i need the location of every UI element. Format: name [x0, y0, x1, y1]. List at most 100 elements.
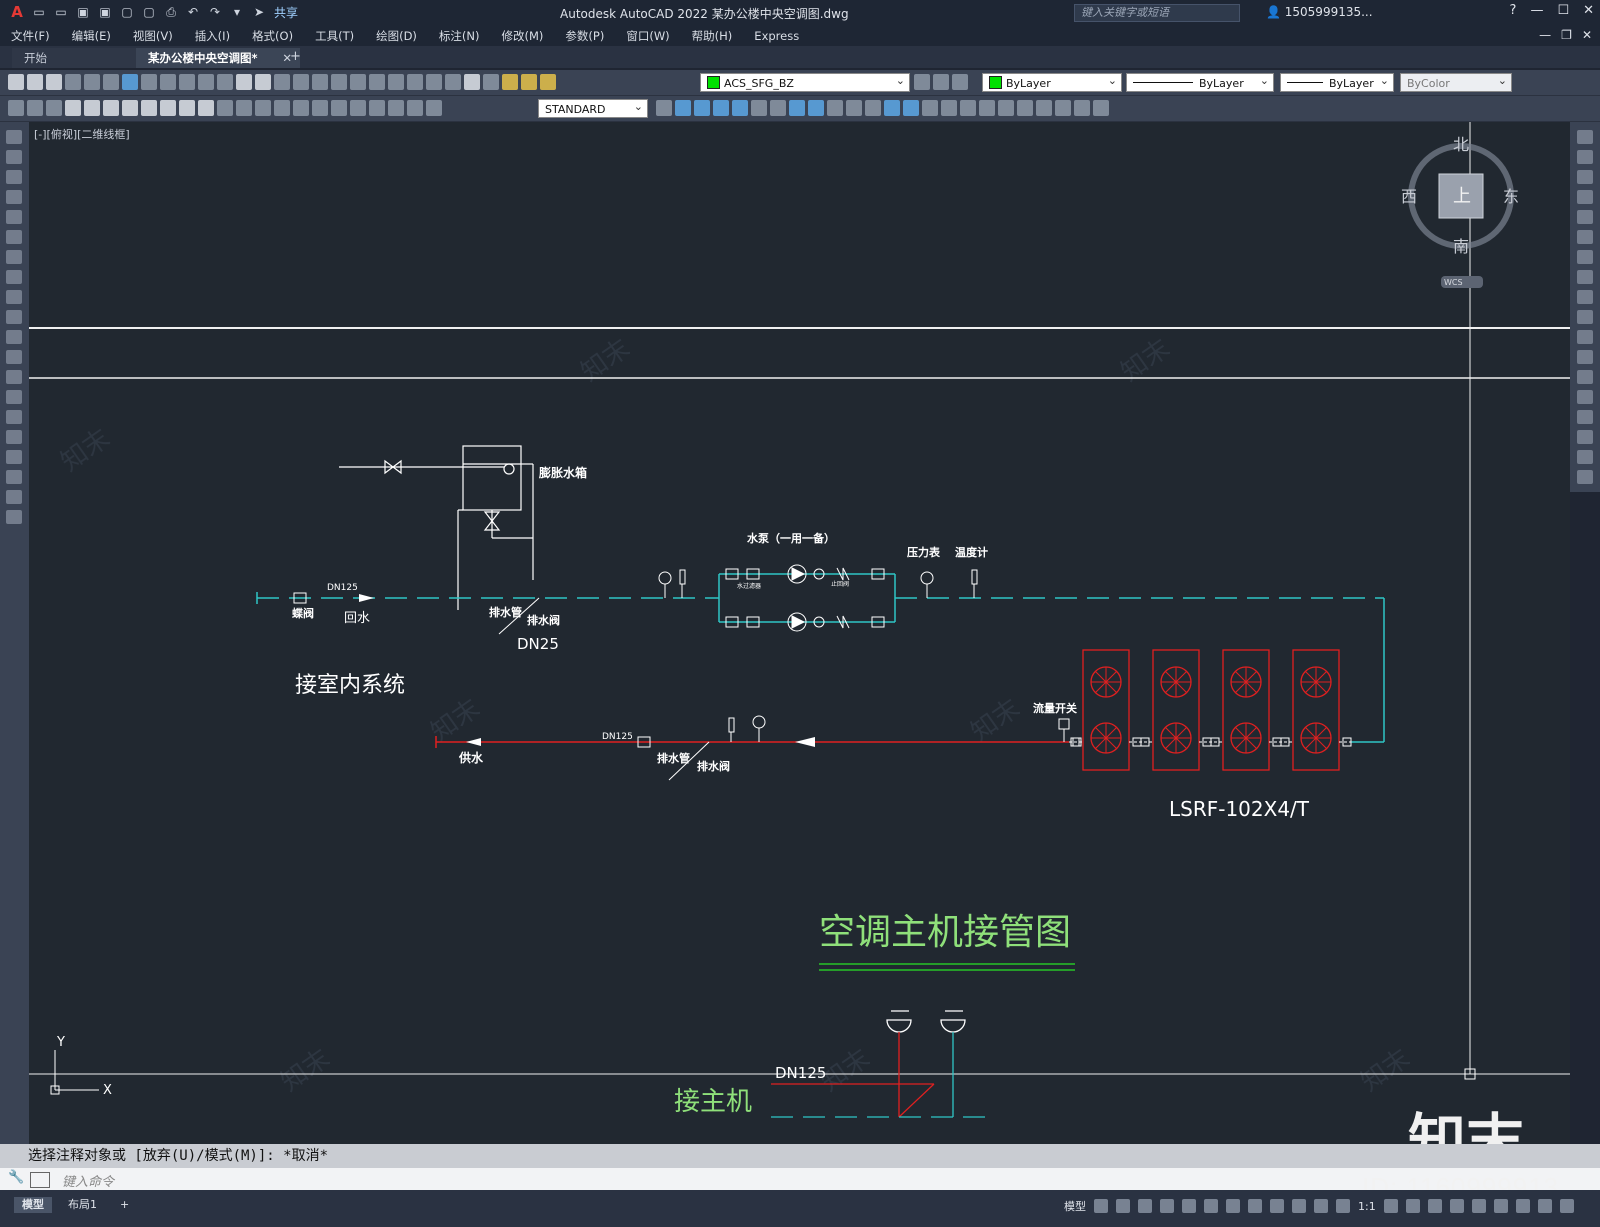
auto-scale-icon[interactable] [1336, 1199, 1350, 1213]
polyline-icon[interactable] [6, 170, 22, 184]
transparency-icon[interactable] [1270, 1199, 1284, 1213]
space-icon[interactable] [274, 100, 290, 116]
plot-icon[interactable]: ⎙ [162, 3, 180, 21]
sheet-set-icon[interactable] [407, 74, 423, 90]
minimize-button[interactable]: — [1530, 3, 1543, 18]
menu-tools[interactable]: 工具(T) [304, 28, 365, 44]
plot-icon[interactable] [65, 74, 81, 90]
3d-mirror-icon[interactable] [1017, 100, 1033, 116]
viewcube-south[interactable]: 南 [1453, 237, 1469, 256]
inspect-icon[interactable] [350, 100, 366, 116]
viewcube[interactable] [1408, 143, 1514, 288]
menu-view[interactable]: 视图(V) [122, 28, 184, 44]
customize-qat-icon[interactable]: ▾ [228, 3, 246, 21]
trim-icon[interactable] [1577, 310, 1593, 324]
circle-icon[interactable] [6, 250, 22, 264]
line-icon[interactable] [6, 130, 22, 144]
app-menu-icon[interactable]: A [8, 3, 26, 21]
copy-object-icon[interactable] [1577, 150, 1593, 164]
insert-block-icon[interactable] [6, 350, 22, 364]
linear-dim-icon[interactable] [65, 100, 81, 116]
search-input[interactable]: 键入关键字或短语 [1074, 4, 1240, 22]
help-icon[interactable]: ? [1510, 3, 1517, 18]
menu-insert[interactable]: 插入(I) [184, 28, 241, 44]
array-icon[interactable] [1577, 210, 1593, 224]
offset-icon[interactable] [1577, 190, 1593, 204]
arc-icon[interactable] [6, 230, 22, 244]
3d-align-icon[interactable] [979, 100, 995, 116]
cut-icon[interactable] [141, 74, 157, 90]
command-prompt-icon[interactable] [30, 1172, 50, 1188]
maximize-button[interactable]: ☐ [1557, 3, 1569, 18]
zoom-previous-icon[interactable] [331, 74, 347, 90]
wedge-icon[interactable] [751, 100, 767, 116]
break-icon[interactable] [293, 100, 309, 116]
layer-manager-icon[interactable] [483, 74, 499, 90]
drawing-canvas[interactable]: 知末 知末 知末 知末 知末 知末 知末 知末 膨胀水箱 DN125 蝶阀 回水… [29, 122, 1570, 1144]
color-dropdown[interactable]: ByLayer [982, 71, 1122, 92]
mtext-icon[interactable] [6, 490, 22, 504]
layer-lock-icon[interactable] [540, 74, 556, 90]
menu-edit[interactable]: 编辑(E) [61, 28, 122, 44]
3d-rotate-icon[interactable] [960, 100, 976, 116]
viewcube-north[interactable]: 北 [1453, 135, 1469, 154]
save-icon[interactable]: ▣ [74, 3, 92, 21]
markup-icon[interactable] [426, 74, 442, 90]
extend-icon[interactable] [1577, 330, 1593, 344]
attribute-icon[interactable] [46, 100, 62, 116]
match-prop-icon[interactable] [198, 74, 214, 90]
tool-palettes-icon[interactable] [388, 74, 404, 90]
ordinate-icon[interactable] [122, 100, 138, 116]
isodraft-icon[interactable] [1182, 1199, 1196, 1213]
open-icon[interactable]: ▭ [52, 3, 70, 21]
viewcube-west[interactable]: 西 [1401, 187, 1417, 206]
polygon-icon[interactable] [6, 190, 22, 204]
point-icon[interactable] [6, 390, 22, 404]
layer-state-icon[interactable] [952, 74, 968, 90]
layer-previous-icon[interactable] [933, 74, 949, 90]
new-icon[interactable]: ▭ [30, 3, 48, 21]
object-snap-icon[interactable] [1226, 1199, 1240, 1213]
zoom-window-icon[interactable] [312, 74, 328, 90]
explode-icon[interactable] [1577, 470, 1593, 484]
annotation-monitor-icon[interactable] [1405, 1199, 1420, 1213]
object-snap-tracking-icon[interactable] [1204, 1199, 1218, 1213]
tab-layout1[interactable]: 布局1 [60, 1197, 105, 1213]
rotate-icon[interactable] [1577, 250, 1593, 264]
break-at-point-icon[interactable] [1577, 350, 1593, 364]
layer-thaw-icon[interactable] [521, 74, 537, 90]
layer-on-icon[interactable] [502, 74, 518, 90]
selection-cycling-icon[interactable] [1292, 1199, 1306, 1213]
block-editor-icon[interactable] [217, 74, 233, 90]
menu-draw[interactable]: 绘图(D) [365, 28, 428, 44]
planar-surface-icon[interactable] [1036, 100, 1052, 116]
dimstyle-icon[interactable] [656, 100, 672, 116]
center-mark-icon[interactable] [331, 100, 347, 116]
aligned-dim-icon[interactable] [84, 100, 100, 116]
gradient-icon[interactable] [6, 430, 22, 444]
menu-help[interactable]: 帮助(H) [681, 28, 744, 44]
layer-dropdown[interactable]: ACS_SFG_BZ [700, 71, 910, 92]
3d-array-icon[interactable] [998, 100, 1014, 116]
graphics-performance-icon[interactable] [1515, 1199, 1530, 1213]
viewport-controls[interactable]: [-][俯视][二维线框] [34, 126, 130, 142]
polar-icon[interactable] [1160, 1199, 1174, 1213]
tab-start[interactable]: 开始 [12, 48, 146, 68]
clean-screen-icon[interactable] [1537, 1199, 1552, 1213]
chamfer-icon[interactable] [1577, 410, 1593, 424]
ellipse-arc-icon[interactable] [6, 330, 22, 344]
doc-minimize-icon[interactable]: — [1539, 28, 1551, 42]
menu-window[interactable]: 窗口(W) [615, 28, 680, 44]
dimstyle-dropdown[interactable]: STANDARD [538, 97, 648, 118]
command-line[interactable]: 🔧 键入命令 [0, 1168, 1600, 1190]
menu-modify[interactable]: 修改(M) [491, 28, 555, 44]
fillet-icon[interactable] [1577, 430, 1593, 444]
section-icon[interactable] [903, 100, 919, 116]
plotstyle-dropdown[interactable]: ByColor [1400, 71, 1512, 92]
dim-edit-icon[interactable] [388, 100, 404, 116]
zoom-realtime-icon[interactable] [293, 74, 309, 90]
isolate-objects-icon[interactable] [1493, 1199, 1508, 1213]
extrude-icon[interactable] [789, 100, 805, 116]
radius-icon[interactable] [141, 100, 157, 116]
ellipse-icon[interactable] [6, 310, 22, 324]
